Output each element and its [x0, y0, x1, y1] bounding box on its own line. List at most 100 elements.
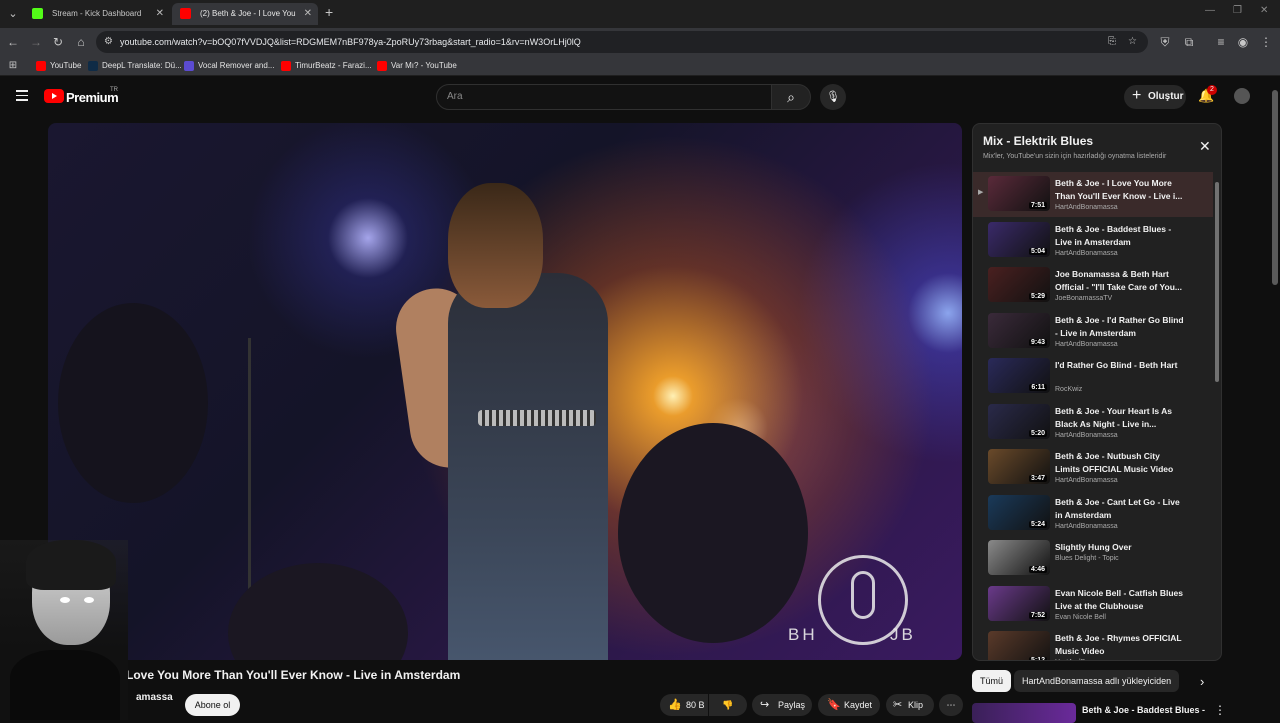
media-controls-icon[interactable]: ≡ [1212, 33, 1230, 51]
search-button[interactable]: ⌕ [771, 84, 811, 110]
create-label: Oluştur [1148, 91, 1184, 102]
maximize-icon[interactable]: ❐ [1233, 5, 1242, 16]
close-tab-icon[interactable]: ✕ [304, 3, 312, 25]
playlist-item-title[interactable]: Slightly Hung Over [1055, 541, 1185, 554]
next-video-thumbnail[interactable] [972, 703, 1076, 723]
playlist-item-title[interactable]: Beth & Joe - I'd Rather Go Blind - Live … [1055, 314, 1185, 340]
playlist-item-title[interactable]: Joe Bonamassa & Beth Hart Official - "I'… [1055, 268, 1185, 294]
more-horizontal-icon: ⋯ [946, 700, 956, 710]
forward-icon[interactable]: → [27, 33, 45, 51]
minimize-icon[interactable]: — [1205, 5, 1215, 16]
chip-all[interactable]: Tümü [972, 670, 1012, 692]
dislike-button[interactable]: 👎 [709, 694, 747, 716]
more-actions-button[interactable]: ⋯ [939, 694, 963, 716]
playlist-item-title[interactable]: Beth & Joe - I Love You More Than You'll… [1055, 177, 1185, 203]
channel-name[interactable]: amassa [136, 692, 173, 703]
playlist-item[interactable]: 3:47 Beth & Joe - Nutbush City Limits OFF… [973, 445, 1213, 490]
playlist-item-title[interactable]: Beth & Joe - Your Heart Is As Black As N… [1055, 405, 1185, 431]
site-info-icon[interactable]: ⚙ [104, 31, 113, 53]
clip-button[interactable]: ✂ Klip [886, 694, 934, 716]
next-video-title[interactable]: Beth & Joe - Baddest Blues - [1082, 705, 1205, 715]
like-button[interactable]: 👍 80 B [660, 694, 708, 716]
cam-body-shape [10, 650, 120, 720]
playlist-item[interactable]: 5:12 Beth & Joe - Rhymes OFFICIAL Music V… [973, 627, 1213, 660]
playlist-thumbnail[interactable]: 3:47 [988, 449, 1050, 484]
bookmark-var-mi[interactable]: Var Mı? - YouTube [377, 56, 457, 76]
chevron-right-icon[interactable]: › [1200, 674, 1204, 689]
playlist-item[interactable]: 5:20 Beth & Joe - Your Heart Is As Black … [973, 400, 1213, 445]
address-bar[interactable]: ⚙ youtube.com/watch?v=bOQ07fVVDJQ&list=R… [96, 31, 1148, 53]
voice-search-button[interactable]: 🎙 [820, 84, 846, 110]
share-label: Paylaş [778, 700, 806, 710]
playlist-item-title[interactable]: Beth & Joe - Rhymes OFFICIAL Music Video [1055, 632, 1185, 658]
playlist-title[interactable]: Mix - Elektrik Blues [983, 134, 1093, 148]
youtube-header: Premium TR Ara ⌕ 🎙 Oluştur 🔔 2 [0, 76, 1270, 120]
new-tab-button[interactable]: + [325, 4, 333, 20]
playlist-item[interactable]: 5:24 Beth & Joe - Cant Let Go - Live in A… [973, 491, 1213, 536]
back-icon[interactable]: ← [4, 33, 22, 51]
scissors-icon: ✂ [893, 699, 903, 711]
reload-icon[interactable]: ↻ [49, 33, 67, 51]
playlist-item[interactable]: 5:04 Beth & Joe - Baddest Blues - Live in… [973, 218, 1213, 263]
url-text[interactable]: youtube.com/watch?v=bOQ07fVVDJQ&list=RDG… [120, 31, 581, 53]
more-vertical-icon[interactable]: ⋮ [1214, 703, 1226, 717]
home-icon[interactable]: ⌂ [72, 33, 90, 51]
playlist-thumbnail[interactable]: 5:24 [988, 494, 1050, 530]
tab-kick-dashboard[interactable]: Stream - Kick Dashboard ✕ [24, 3, 170, 25]
playlist-item[interactable]: 7:52 Evan Nicole Bell - Catfish Blues Liv… [973, 582, 1213, 627]
playlist-item-title[interactable]: Beth & Joe - Nutbush City Limits OFFICIA… [1055, 450, 1185, 476]
playlist-thumbnail[interactable]: 5:29 [988, 267, 1050, 302]
tab-youtube[interactable]: (2) Beth & Joe - I Love You ✕ [172, 3, 318, 25]
playlist-thumbnail[interactable]: 6:11 [988, 358, 1050, 393]
playlist-thumbnail[interactable]: 7:52 [988, 585, 1050, 621]
playlist-item-channel: HartAndBonamassa [1055, 477, 1118, 484]
duration-badge: 7:52 [1028, 611, 1047, 619]
browser-toolbar: ← → ↻ ⌂ ⚙ youtube.com/watch?v=bOQ07fVVDJ… [0, 28, 1280, 56]
playlist-item[interactable]: 5:29 Joe Bonamassa & Beth Hart Official -… [973, 263, 1213, 308]
playlist-thumbnail[interactable]: 4:46 [988, 540, 1050, 575]
video-player[interactable]: BH JB [48, 123, 962, 660]
search-input[interactable]: Ara [436, 84, 772, 110]
playlist-item[interactable]: 4:46 Slightly Hung Over Blues Delight - To… [973, 536, 1213, 581]
avatar[interactable] [1234, 88, 1250, 104]
youtube-logo-icon[interactable] [44, 89, 64, 103]
chip-uploads[interactable]: HartAndBonamassa adlı yükleyiciden [1014, 670, 1180, 692]
bookmark-deepl[interactable]: DeepL Translate: Dü... [88, 56, 182, 76]
playlist-item[interactable]: 9:43 Beth & Joe - I'd Rather Go Blind - L… [973, 309, 1213, 354]
audience-head-shape [618, 423, 808, 643]
tab-search-icon[interactable]: ⌄ [4, 5, 22, 23]
playlist-scrollbar[interactable] [1215, 182, 1219, 382]
close-window-icon[interactable]: ✕ [1260, 5, 1268, 16]
create-button[interactable]: Oluştur [1124, 84, 1186, 109]
playlist-thumbnail[interactable]: 9:43 [988, 312, 1050, 348]
extension-shield-icon[interactable]: ⛨ [1156, 33, 1174, 51]
page-scrollbar[interactable] [1272, 90, 1278, 285]
playlist-thumbnail[interactable]: 5:12 [988, 631, 1050, 660]
bookmark-timurbeatz[interactable]: TimurBeatz - Farazi... [281, 56, 372, 76]
playlist-thumbnail[interactable]: 5:20 [988, 403, 1050, 439]
close-tab-icon[interactable]: ✕ [156, 3, 164, 25]
playlist-item-title[interactable]: I'd Rather Go Blind - Beth Hart [1055, 359, 1185, 372]
menu-icon[interactable] [16, 90, 28, 102]
playlist-item-title[interactable]: Evan Nicole Bell - Catfish Blues Live at… [1055, 587, 1185, 613]
bookmark-star-icon[interactable]: ☆ [1128, 31, 1137, 53]
close-icon[interactable]: ✕ [1199, 138, 1211, 155]
apps-grid-icon[interactable]: ⊞ [4, 57, 22, 75]
share-button[interactable]: ↪ Paylaş [752, 694, 812, 716]
bookmark-youtube[interactable]: YouTube [36, 56, 81, 76]
install-app-icon[interactable]: ⎘ [1108, 31, 1116, 53]
subscribe-button[interactable]: Abone ol [185, 694, 240, 716]
playlist-item[interactable]: 6:11 I'd Rather Go Blind - Beth Hart RocKw… [973, 354, 1213, 399]
playlist-thumbnail[interactable]: 7:51 [988, 176, 1050, 211]
bookmark-label: Var Mı? - YouTube [391, 61, 457, 70]
profile-icon[interactable]: ◉ [1234, 33, 1252, 51]
webcam-overlay [0, 540, 128, 720]
playlist-item-title[interactable]: Beth & Joe - Cant Let Go - Live in Amste… [1055, 496, 1185, 522]
playlist-item[interactable]: ▶ 7:51 Beth & Joe - I Love You More Than Y… [973, 172, 1213, 217]
extensions-icon[interactable]: ⧉ [1180, 33, 1198, 51]
chrome-menu-icon[interactable]: ⋮ [1257, 33, 1275, 51]
playlist-item-title[interactable]: Beth & Joe - Baddest Blues - Live in Ams… [1055, 223, 1185, 249]
playlist-thumbnail[interactable]: 5:04 [988, 221, 1050, 257]
bookmark-vocal-remover[interactable]: Vocal Remover and... [184, 56, 274, 76]
save-button[interactable]: 🔖 Kaydet [818, 694, 880, 716]
